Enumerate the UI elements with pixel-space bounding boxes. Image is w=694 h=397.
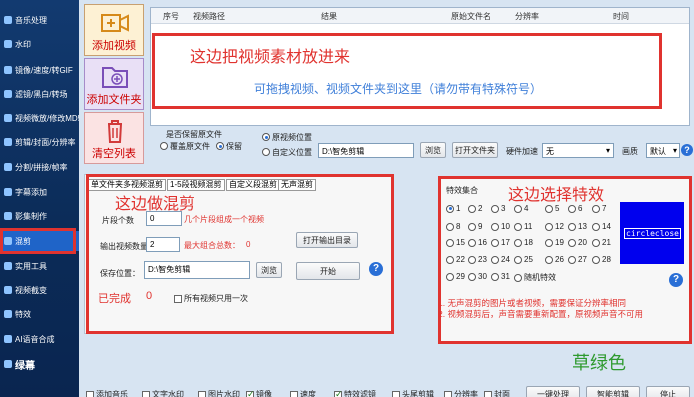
- sidebar: 音乐处理 水印 镜像/速度/转GIF 滤镜/黑白/转场 视频微放/修改MD5 剪…: [0, 0, 79, 397]
- col-resolution: 分辨率: [515, 12, 539, 21]
- original-location-radio[interactable]: [262, 133, 270, 141]
- add-folder-button[interactable]: 添加文件夹: [84, 58, 144, 110]
- col-path: 视频路径: [193, 12, 225, 21]
- segments-hint: 几个片段组成一个视频: [184, 215, 264, 224]
- clear-list-button[interactable]: 清空列表: [84, 112, 144, 164]
- add-video-button[interactable]: 添加视频: [84, 4, 144, 56]
- use-once-checkbox[interactable]: 所有视频只用一次: [174, 293, 248, 304]
- save-location-label: 保存位置：: [100, 269, 140, 278]
- col-index: 序号: [163, 12, 179, 21]
- one-click-button[interactable]: 一键处理: [526, 386, 580, 397]
- sidebar-item-video-crop[interactable]: 视频截变: [0, 280, 79, 300]
- scissors-icon: [4, 138, 12, 146]
- smart-cut-button[interactable]: 智能剪辑: [586, 386, 640, 397]
- music-icon: [4, 16, 12, 24]
- output-path-field[interactable]: D:\智免剪辑: [318, 143, 414, 158]
- trash-icon: [108, 120, 122, 143]
- sidebar-item-watermark[interactable]: 水印: [0, 34, 79, 54]
- hw-accel-label: 硬件加速: [506, 147, 538, 156]
- crop-icon: [4, 286, 12, 294]
- watermark-icon: [4, 40, 12, 48]
- sidebar-item-mirror-speed-gif[interactable]: 镜像/速度/转GIF: [0, 60, 79, 80]
- bottom-check-2[interactable]: 文字水印: [142, 389, 184, 397]
- max-combos-value: 0: [246, 240, 251, 249]
- done-value: 0: [146, 290, 153, 302]
- custom-location-label: 自定义位置: [272, 148, 312, 157]
- segments-input[interactable]: 0: [146, 211, 182, 226]
- table-header: 序号 视频路径 结果 原始文件名 分辨率 时间: [151, 8, 689, 24]
- col-original-name: 原始文件名: [451, 12, 491, 21]
- sidebar-item-tools[interactable]: 实用工具: [0, 256, 79, 276]
- sidebar-item-ai-voice[interactable]: AI语音合成: [0, 329, 79, 349]
- open-output-dir-button[interactable]: 打开输出目录: [296, 232, 358, 248]
- sidebar-item-filter[interactable]: 滤镜/黑白/转场: [0, 84, 79, 104]
- sidebar-item-album[interactable]: 影集制作: [0, 206, 79, 226]
- bottom-check-9[interactable]: 封面: [484, 389, 510, 397]
- ai-voice-icon: [4, 335, 12, 343]
- album-icon: [4, 212, 12, 220]
- overwrite-label: 覆盖原文件: [170, 142, 210, 151]
- drop-hint: 可拖拽视频、视频文件夹到这里（请勿带有特殊符号）: [254, 82, 543, 96]
- tools-icon: [4, 262, 12, 270]
- bottom-check-8[interactable]: 分辨率: [444, 389, 478, 397]
- output-browse-button[interactable]: 浏览: [420, 142, 446, 158]
- max-combos-label: 最大组合总数：: [184, 241, 240, 250]
- sidebar-item-cut-cover[interactable]: 剪辑/封面/分辨率: [0, 132, 79, 152]
- output-count-label: 输出视频数量: [100, 242, 148, 251]
- sidebar-item-split-join[interactable]: 分割/拼接/帧率: [0, 157, 79, 177]
- subtitle-icon: [4, 188, 12, 196]
- col-time: 时间: [613, 12, 629, 21]
- keep-original-label: 是否保留原文件: [166, 130, 222, 139]
- quality-label: 画质: [622, 147, 638, 156]
- mirror-icon: [4, 66, 12, 74]
- stop-button[interactable]: 停止: [646, 386, 690, 397]
- save-browse-button[interactable]: 浏览: [256, 262, 282, 278]
- green-label: 草绿色: [572, 353, 626, 373]
- bottom-check-4[interactable]: 镜像: [246, 389, 272, 397]
- bottom-check-7[interactable]: 头尾剪辑: [392, 389, 434, 397]
- overwrite-radio[interactable]: [160, 142, 168, 150]
- segments-label: 片段个数: [102, 216, 134, 225]
- col-result: 结果: [321, 12, 337, 21]
- bottom-check-3[interactable]: 图片水印: [198, 389, 240, 397]
- custom-location-radio[interactable]: [262, 148, 270, 156]
- done-label: 已完成: [98, 293, 131, 305]
- start-button[interactable]: 开始: [296, 262, 360, 280]
- chevron-down-icon: ▾: [605, 146, 610, 155]
- original-location-label: 原视频位置: [272, 133, 312, 142]
- sidebar-item-green-screen[interactable]: 绿幕: [0, 354, 79, 374]
- bottom-check-6[interactable]: 特效滤镜: [334, 389, 376, 397]
- filter-icon: [4, 90, 12, 98]
- quality-select[interactable]: 默认 ▾: [646, 143, 680, 158]
- drop-title: 这边把视频素材放进来: [190, 49, 351, 66]
- hw-accel-select[interactable]: 无 ▾: [542, 143, 614, 158]
- video-plus-icon: [101, 14, 129, 32]
- keep-label: 保留: [226, 142, 242, 151]
- folder-plus-icon: [102, 67, 128, 88]
- chevron-down-icon: ▾: [672, 146, 677, 155]
- sidebar-item-effects[interactable]: 特效: [0, 304, 79, 324]
- bottom-check-5[interactable]: 速度: [290, 389, 316, 397]
- bottom-check-1[interactable]: 添加音乐: [86, 389, 128, 397]
- save-location-input[interactable]: D:\智免剪辑: [144, 261, 250, 279]
- sidebar-item-md5[interactable]: 视频微放/修改MD5: [0, 108, 79, 128]
- effects-title-annotation: 这边选择特效: [508, 187, 605, 204]
- quality-help-icon[interactable]: ?: [681, 144, 693, 156]
- split-icon: [4, 163, 12, 171]
- keep-radio[interactable]: [216, 142, 224, 150]
- active-item-highlight: [0, 228, 76, 254]
- sidebar-item-subtitle[interactable]: 字幕添加: [0, 182, 79, 202]
- open-folder-button[interactable]: 打开文件夹: [452, 142, 498, 158]
- green-screen-icon: [4, 360, 12, 368]
- sidebar-item-music[interactable]: 音乐处理: [0, 10, 79, 30]
- output-count-input[interactable]: 2: [146, 237, 180, 252]
- md5-icon: [4, 114, 12, 122]
- effects-icon: [4, 310, 12, 318]
- mix-help-icon[interactable]: ?: [369, 262, 383, 276]
